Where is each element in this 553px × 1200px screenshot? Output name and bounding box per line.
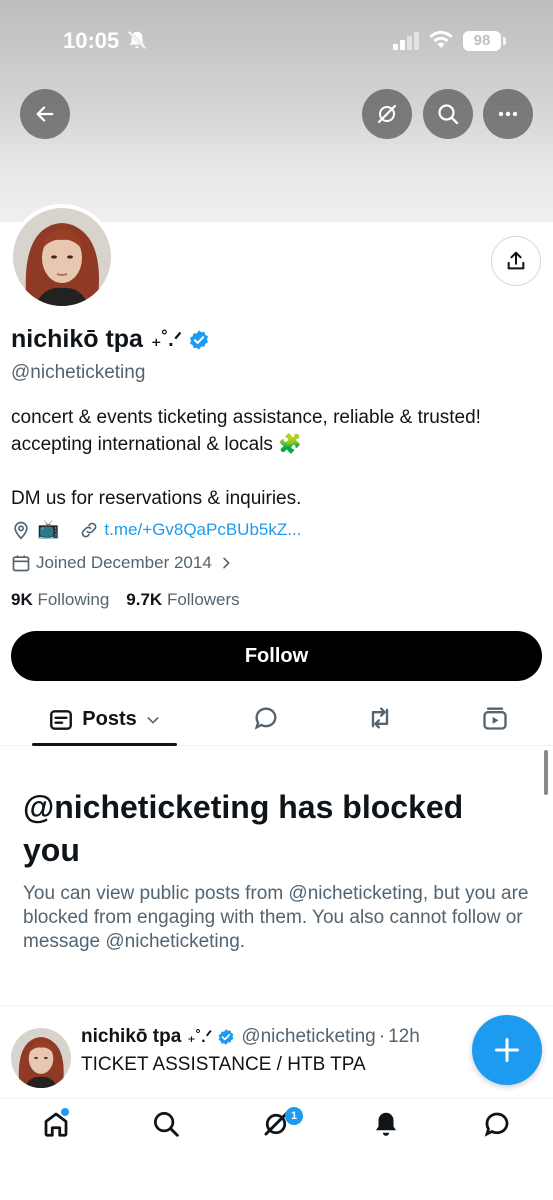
bio-spacer <box>11 458 541 485</box>
follow-button[interactable]: Follow <box>11 631 542 681</box>
profile-handle: @nicheticketing <box>11 362 146 383</box>
tab-reposts[interactable] <box>366 704 394 732</box>
plus-icon <box>494 1037 520 1063</box>
blocked-text: You can view public posts from @nichetic… <box>23 883 529 952</box>
scrollbar[interactable] <box>544 750 548 795</box>
avatar-image <box>11 1028 71 1088</box>
joined-date: Joined December 2014 <box>36 553 212 572</box>
follow-stats: 9K Following 9.7K Followers <box>11 590 240 610</box>
back-button[interactable] <box>20 89 70 139</box>
wifi-icon <box>429 30 453 48</box>
tab-replies[interactable] <box>252 704 280 732</box>
chevron-right-icon <box>222 557 230 569</box>
tab-posts-label: Posts <box>82 708 137 730</box>
divider <box>0 1005 553 1006</box>
compose-button[interactable] <box>472 1015 542 1085</box>
home-badge <box>61 1108 69 1116</box>
tweet-time: 12h <box>388 1026 420 1047</box>
active-tab-indicator <box>32 743 177 746</box>
profile-bio: concert & events ticketing assistance, r… <box>11 404 541 512</box>
search-icon <box>438 104 459 125</box>
search-button[interactable] <box>423 89 473 139</box>
tweet-author-name[interactable]: nichikō tpa <box>81 1026 181 1048</box>
verified-badge-icon <box>190 329 209 350</box>
messages-icon[interactable] <box>482 1109 512 1139</box>
blocked-title: @nicheticketing has blocked you <box>23 789 464 868</box>
tweet-text[interactable]: TICKET ASSISTANCE / HTB TPA <box>81 1054 366 1076</box>
profile-avatar[interactable] <box>9 204 115 310</box>
bio-line: concert & events ticketing assistance, r… <box>11 407 481 428</box>
grok-button[interactable] <box>362 89 412 139</box>
followers-count: 9.7K <box>126 590 163 609</box>
arrow-left-icon <box>36 106 54 122</box>
followers-stat[interactable]: 9.7K Followers <box>126 590 239 610</box>
posts-icon <box>50 709 73 730</box>
location-icon <box>14 521 28 540</box>
grok-badge: 1 <box>285 1107 303 1125</box>
calendar-icon <box>12 555 30 572</box>
tweet-name-suffix: ₊˚.ᐟ <box>187 1029 213 1046</box>
tab-posts[interactable]: Posts <box>32 693 177 746</box>
signal-icon <box>393 32 419 50</box>
tweet-avatar[interactable] <box>11 1028 71 1088</box>
battery-nub <box>503 37 506 45</box>
search-icon[interactable] <box>151 1109 181 1139</box>
bell-off-icon <box>127 30 147 50</box>
profile-meta-row: 📺 t.me/+Gv8QaPcBUb5kZ... <box>11 519 301 540</box>
tab-media[interactable] <box>481 704 509 732</box>
verified-badge-icon <box>218 1029 234 1045</box>
profile-name-row: nichikō tpa ₊˚.ᐟ <box>11 325 210 354</box>
joined-row[interactable]: Joined December 2014 <box>11 553 234 573</box>
name-suffix: ₊˚.ᐟ <box>150 329 183 351</box>
location-text: 📺 <box>37 519 60 539</box>
following-stat[interactable]: 9K Following <box>11 590 109 610</box>
share-button[interactable] <box>491 236 541 286</box>
followers-label: Followers <box>166 590 240 609</box>
link-icon <box>82 522 97 537</box>
status-time: 10:05 <box>63 28 120 53</box>
battery-level: 98 <box>463 31 501 51</box>
profile-tabs: Posts <box>0 693 553 746</box>
grok-icon <box>377 104 397 124</box>
avatar-image <box>13 208 111 306</box>
bio-line: DM us for reservations & inquiries. <box>11 488 302 509</box>
following-label: Following <box>37 590 110 609</box>
bell-icon[interactable] <box>371 1109 401 1139</box>
tweet-separator: · <box>378 1026 386 1047</box>
tweet-author-handle: @nicheticketing <box>241 1026 376 1047</box>
more-button[interactable] <box>483 89 533 139</box>
share-icon <box>507 251 525 270</box>
tweet-header: nichikō tpa ₊˚.ᐟ @nicheticketing · 12h <box>81 1026 420 1048</box>
bio-line: accepting international & locals 🧩 <box>11 434 302 455</box>
status-bar: 10:05 98 <box>0 0 553 80</box>
following-count: 9K <box>11 590 33 609</box>
chevron-down-icon <box>147 716 159 723</box>
display-name: nichikō tpa <box>11 325 143 353</box>
more-icon <box>498 111 518 117</box>
profile-link[interactable]: t.me/+Gv8QaPcBUb5kZ... <box>104 520 301 540</box>
bottom-nav: 1 <box>0 1098 553 1200</box>
